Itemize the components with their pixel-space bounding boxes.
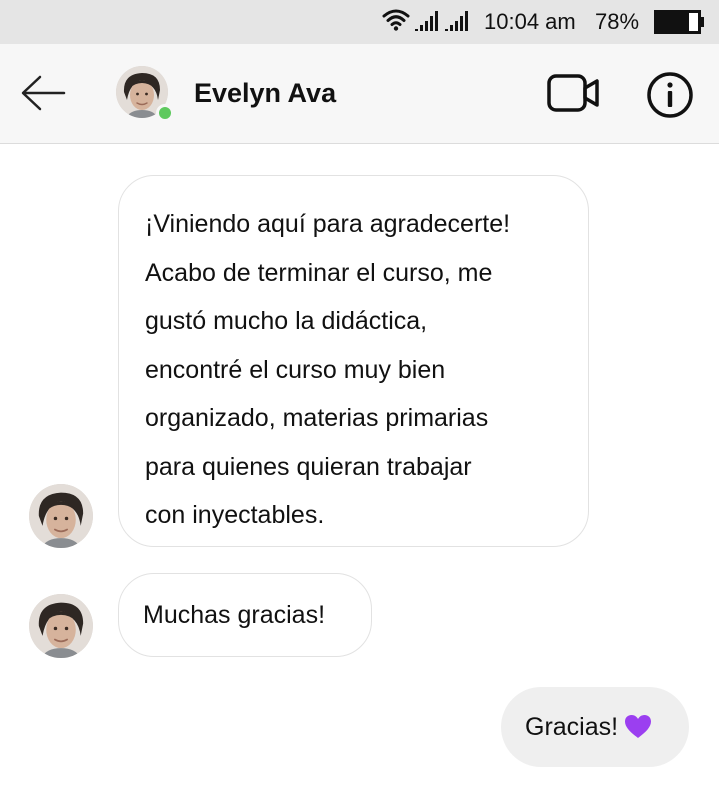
message-line: organizado, materias primarias [145,404,489,432]
message-bubble-incoming[interactable]: Muchas gracias! [118,573,372,657]
message-bubble-incoming[interactable]: ¡Viniendo aquí para agradecerte! Acabo d… [118,175,589,547]
purple-heart-icon [625,715,652,738]
back-arrow-icon[interactable] [18,71,68,115]
online-status-dot [156,104,174,122]
wifi-icon [382,9,410,31]
contact-name[interactable]: Evelyn Ava [194,78,336,109]
video-camera-icon[interactable] [546,72,602,116]
status-time: 10:04 am [484,9,576,34]
battery-icon [654,10,704,34]
message-line: encontré el curso muy bien [145,355,446,384]
message-bubble-outgoing[interactable]: Gracias! [501,687,689,767]
message-line: gustó mucho la didáctica, [145,307,428,335]
info-icon[interactable] [646,71,694,119]
sender-avatar[interactable] [29,594,93,658]
signal-icon [445,11,468,31]
message-line: con inyectables. [145,501,325,529]
message-line: para quienes quieran trabajar [145,452,472,481]
contact-avatar[interactable] [116,66,174,122]
battery-percent: 78% [595,9,640,34]
message-line: Acabo de terminar el curso, me [145,258,493,287]
status-bar: 10:04 am 78% [0,0,719,44]
sender-avatar[interactable] [29,484,93,548]
signal-icon [415,11,438,31]
message-line: ¡Viniendo aquí para agradecerte! [145,210,511,238]
message-text: Gracias! [525,713,619,741]
chat-header: Evelyn Ava [0,44,719,144]
